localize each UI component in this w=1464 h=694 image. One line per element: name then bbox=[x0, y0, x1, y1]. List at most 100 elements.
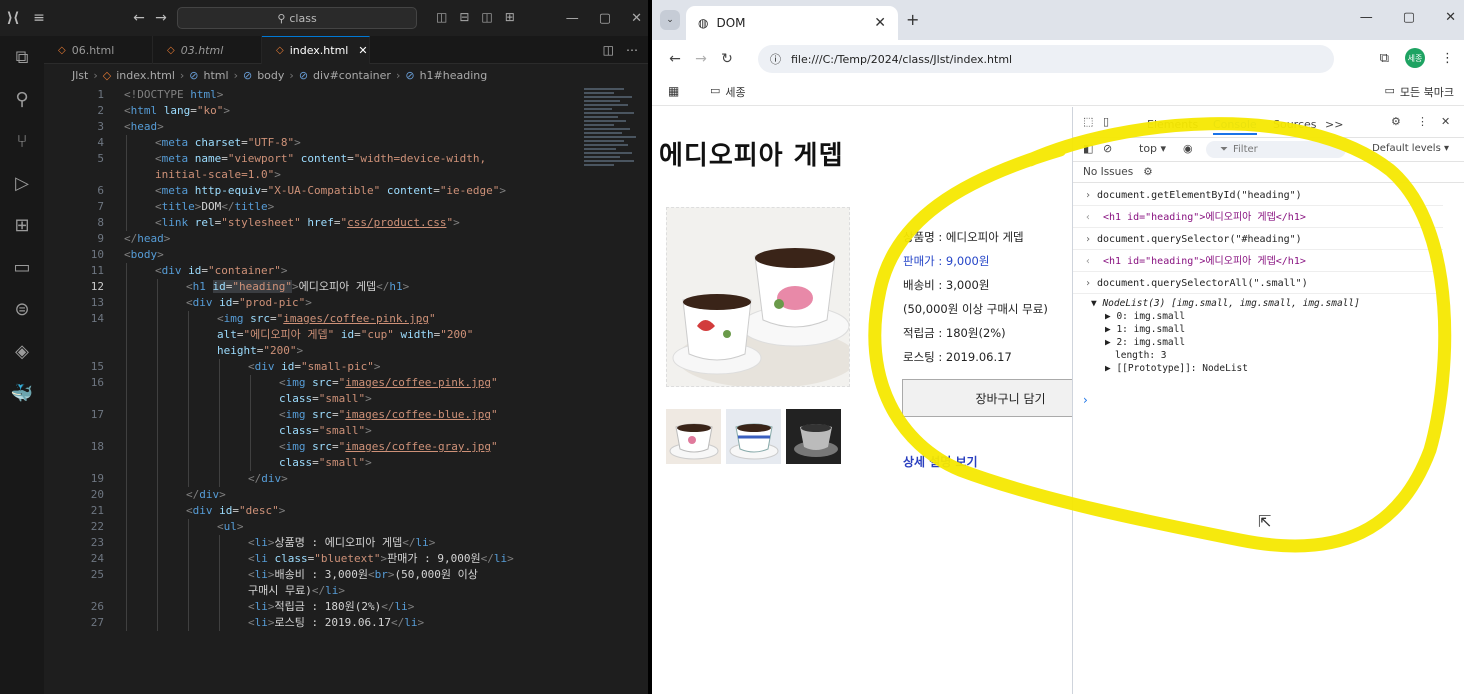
nodelist-item[interactable]: ▶ 1: img.small bbox=[1105, 323, 1185, 336]
close-tab-icon[interactable]: ✕ bbox=[358, 44, 367, 57]
small-pic-blue[interactable] bbox=[726, 409, 781, 464]
code-line[interactable]: 구매시 무료)</li> bbox=[44, 583, 345, 599]
code-line[interactable]: 20 </div> bbox=[44, 487, 226, 503]
small-pic-gray[interactable] bbox=[786, 409, 841, 464]
clear-console-icon[interactable]: ⊘ bbox=[1103, 142, 1112, 155]
issues-text[interactable]: No Issues bbox=[1083, 166, 1133, 178]
sidebar-toggle-icon[interactable]: ◧ bbox=[1083, 142, 1093, 155]
code-line[interactable]: initial-scale=1.0"> bbox=[44, 167, 281, 183]
back-icon[interactable]: ← bbox=[662, 51, 688, 67]
detail-link[interactable]: 상세 설명 보기 bbox=[903, 453, 978, 470]
customize-layout-icon[interactable]: ⊞ bbox=[505, 10, 515, 24]
code-line[interactable]: 18 <img src="images/coffee-gray.jpg" bbox=[44, 439, 498, 455]
code-editor[interactable]: 1 <!DOCTYPE html> 2 <html lang="ko"> 3 <head>… bbox=[44, 86, 584, 694]
forward-icon[interactable]: → bbox=[688, 51, 714, 67]
console-input-line[interactable]: › document.querySelectorAll(".small") bbox=[1073, 274, 1443, 294]
breadcrumb-item[interactable]: body bbox=[257, 69, 284, 82]
new-tab-icon[interactable]: + bbox=[906, 10, 919, 29]
code-line[interactable]: 7 <title>DOM</title> bbox=[44, 199, 274, 215]
toggle-sidebar-icon[interactable]: ◫ bbox=[436, 10, 447, 24]
extensions-icon[interactable]: ⧉ bbox=[1380, 51, 1389, 66]
bookmark-folder[interactable]: ▭ 세종 bbox=[710, 84, 746, 100]
breadcrumb-item[interactable]: h1#heading bbox=[420, 69, 488, 82]
site-info-icon[interactable]: ⓘ bbox=[770, 51, 781, 67]
code-line[interactable]: class="small"> bbox=[44, 455, 372, 471]
reload-icon[interactable]: ↻ bbox=[714, 51, 740, 67]
code-line[interactable]: 15 <div id="small-pic"> bbox=[44, 359, 380, 375]
code-line[interactable]: 22 <ul> bbox=[44, 519, 244, 535]
add-to-cart-button[interactable]: 장바구니 담기 bbox=[902, 379, 1077, 417]
split-editor-icon[interactable]: ◫ bbox=[603, 43, 614, 57]
toggle-secondary-sidebar-icon[interactable]: ◫ bbox=[481, 10, 492, 24]
nodelist-item[interactable]: ▶ 2: img.small bbox=[1105, 336, 1185, 349]
command-center-search[interactable]: ⚲ class bbox=[177, 7, 417, 29]
small-pic-pink[interactable] bbox=[666, 409, 721, 464]
code-line[interactable]: 25 <li>배송비 : 3,000원<br>(50,000원 이상 bbox=[44, 567, 478, 583]
menu-kebab-icon[interactable]: ⋮ bbox=[1441, 51, 1454, 66]
minimize-icon[interactable]: — bbox=[566, 11, 579, 26]
minimize-icon[interactable]: — bbox=[1360, 10, 1373, 25]
minimap[interactable] bbox=[584, 86, 638, 206]
breadcrumb-item[interactable]: index.html bbox=[116, 69, 175, 82]
code-line[interactable]: 19 </div> bbox=[44, 471, 288, 487]
breadcrumb-item[interactable]: html bbox=[204, 69, 229, 82]
tab-console[interactable]: Console bbox=[1213, 118, 1257, 135]
nodelist-item[interactable]: length: 3 bbox=[1115, 349, 1166, 362]
log-levels-dropdown[interactable]: Default levels ▾ bbox=[1372, 143, 1449, 154]
inspect-element-icon[interactable]: ⬚ bbox=[1083, 115, 1093, 128]
code-line[interactable]: 13 <div id="prod-pic"> bbox=[44, 295, 312, 311]
apps-grid-icon[interactable]: ▦ bbox=[668, 84, 679, 98]
code-line[interactable]: 14 <img src="images/coffee-pink.jpg" bbox=[44, 311, 436, 327]
tab-elements[interactable]: Elements bbox=[1147, 118, 1198, 131]
console-input-line[interactable]: › document.getElementById("heading") bbox=[1073, 186, 1443, 206]
code-line[interactable]: 9 </head> bbox=[44, 231, 170, 247]
console-output-line[interactable]: ‹ <h1 id="heading">에디오피아 게뎁</h1> bbox=[1073, 208, 1443, 228]
devtools-menu-icon[interactable]: ⋮ bbox=[1417, 115, 1428, 128]
source-control-icon[interactable]: ⑂ bbox=[0, 120, 44, 162]
more-actions-icon[interactable]: ⋯ bbox=[626, 43, 638, 57]
code-line[interactable]: 23 <li>상품명 : 에디오피아 게뎁</li> bbox=[44, 535, 435, 551]
close-icon[interactable]: ✕ bbox=[1445, 10, 1456, 25]
code-line[interactable]: class="small"> bbox=[44, 391, 372, 407]
address-bar[interactable]: ⓘ file:///C:/Temp/2024/class/Jlst/index.… bbox=[758, 45, 1334, 73]
database-icon[interactable]: ⊜ bbox=[0, 288, 44, 330]
breadcrumb-item[interactable]: Jlst bbox=[72, 69, 88, 82]
close-tab-icon[interactable]: ✕ bbox=[874, 15, 886, 31]
remote-explorer-icon[interactable]: ▭ bbox=[0, 246, 44, 288]
code-line[interactable]: 8 <link rel="stylesheet" href="css/produc… bbox=[44, 215, 460, 231]
layers-icon[interactable]: ◈ bbox=[0, 330, 44, 372]
code-line[interactable]: 24 <li class="bluetext">판매가 : 9,000원</li> bbox=[44, 551, 514, 567]
code-line[interactable]: 26 <li>적립금 : 180원(2%)</li> bbox=[44, 599, 414, 615]
code-line[interactable]: 5 <meta name="viewport" content="width=de… bbox=[44, 151, 486, 167]
code-line[interactable]: alt="에디오피아 게뎁" id="cup" width="200" bbox=[44, 327, 473, 343]
nodelist-item[interactable]: ▶ 0: img.small bbox=[1105, 310, 1185, 323]
extensions-icon[interactable]: ⊞ bbox=[0, 204, 44, 246]
browser-tab[interactable]: ◍ DOM ✕ bbox=[686, 6, 898, 40]
run-debug-icon[interactable]: ▷ bbox=[0, 162, 44, 204]
code-line[interactable]: 10 <body> bbox=[44, 247, 164, 263]
console-prompt[interactable]: › bbox=[1083, 393, 1088, 407]
maximize-icon[interactable]: ▢ bbox=[599, 11, 611, 26]
tab-03-html[interactable]: ◇ 03.html bbox=[153, 36, 262, 64]
settings-gear-icon[interactable]: ⚙ bbox=[1143, 166, 1152, 178]
code-line[interactable]: 4 <meta charset="UTF-8"> bbox=[44, 135, 301, 151]
code-line[interactable]: 16 <img src="images/coffee-pink.jpg" bbox=[44, 375, 498, 391]
profile-avatar[interactable]: 세종 bbox=[1405, 48, 1425, 68]
code-line[interactable]: 12 <h1 id="heading">에디오피아 게뎁</h1> bbox=[44, 279, 409, 295]
code-line[interactable]: 1 <!DOCTYPE html> bbox=[44, 87, 223, 103]
console-output-line[interactable]: ‹ <h1 id="heading">에디오피아 게뎁</h1> bbox=[1073, 252, 1443, 272]
code-line[interactable]: 6 <meta http-equiv="X-UA-Compatible" cont… bbox=[44, 183, 506, 199]
code-line[interactable]: 21 <div id="desc"> bbox=[44, 503, 285, 519]
code-line[interactable]: 2 <html lang="ko"> bbox=[44, 103, 230, 119]
toggle-panel-icon[interactable]: ⊟ bbox=[459, 10, 469, 24]
code-line[interactable]: class="small"> bbox=[44, 423, 372, 439]
close-devtools-icon[interactable]: ✕ bbox=[1441, 115, 1450, 128]
breadcrumb-item[interactable]: div#container bbox=[313, 69, 391, 82]
context-selector[interactable]: top ▾ bbox=[1139, 142, 1166, 155]
settings-gear-icon[interactable]: ⚙ bbox=[1391, 115, 1401, 128]
more-tabs[interactable]: >> bbox=[1325, 118, 1343, 131]
code-line[interactable]: height="200"> bbox=[44, 343, 303, 359]
all-bookmarks[interactable]: ▭ 모든 북마크 bbox=[1384, 84, 1454, 100]
console-filter-input[interactable]: ⏷ Filter bbox=[1206, 141, 1346, 158]
tab-sources[interactable]: Sources bbox=[1273, 118, 1317, 131]
